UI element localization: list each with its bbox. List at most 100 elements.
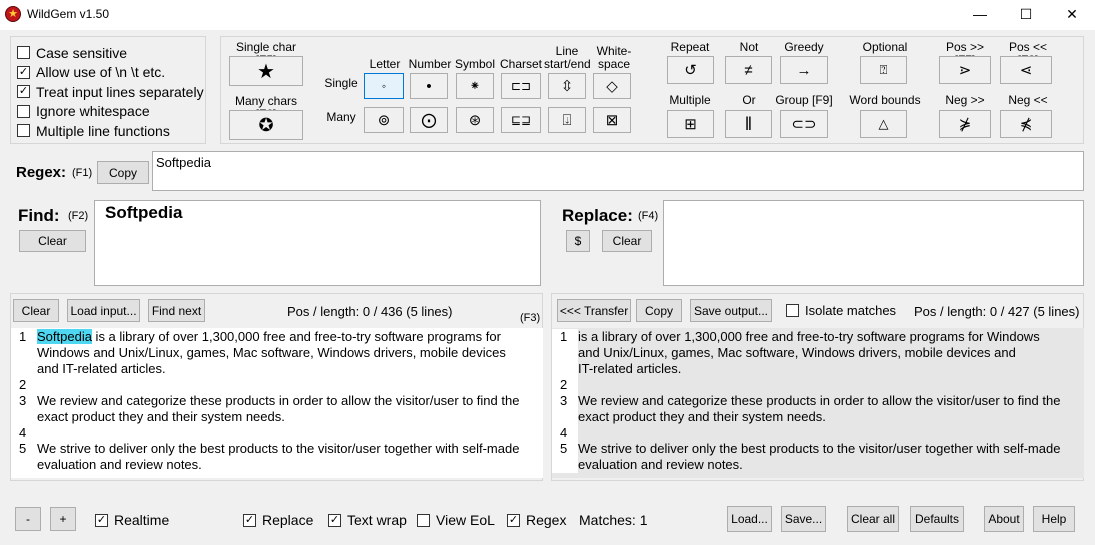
many-numbers-button[interactable]: ⨀ <box>410 107 448 133</box>
output-text-area[interactable]: 1 is a library of over 1,300,000 free an… <box>552 328 1084 478</box>
repeat-button[interactable]: ↺ <box>667 56 714 84</box>
regex-mode-checkbox[interactable]: ✓ Regex <box>507 512 566 528</box>
load-input-button[interactable]: Load input... <box>67 299 140 322</box>
line-number <box>552 457 578 473</box>
word-bounds-label: Word bounds <box>849 93 921 107</box>
checkbox[interactable]: ✓ <box>507 513 520 527</box>
replace-clear-button[interactable]: Clear <box>602 230 652 252</box>
defaults-button[interactable]: Defaults <box>910 506 964 532</box>
isolate-matches-label: Isolate matches <box>805 303 897 318</box>
save-button[interactable]: Save... <box>781 506 826 532</box>
checkbox[interactable]: ✓ <box>17 65 30 79</box>
checkbox[interactable]: ✓ <box>95 513 108 527</box>
line-text: and IT-related articles. <box>37 361 166 376</box>
single-symbol-button[interactable]: ⁕ <box>456 73 494 99</box>
text-line: 4 <box>552 425 1084 441</box>
option-multiple-line-functions[interactable]: Multiple line functions <box>17 121 204 141</box>
text-wrap-checkbox[interactable]: ✓ Text wrap <box>328 512 407 528</box>
line-text-rest: is a library of over 1,300,000 free and … <box>91 329 501 344</box>
input-clear-button[interactable]: Clear <box>13 299 59 322</box>
many-charset-button[interactable]: ⊑⊒ <box>501 107 541 133</box>
single-number-button[interactable]: • <box>410 73 448 99</box>
many-symbols-button[interactable]: ⊛ <box>456 107 494 133</box>
single-whitespace-button[interactable]: ◇ <box>593 73 631 99</box>
replace-input[interactable] <box>663 200 1084 286</box>
load-button[interactable]: Load... <box>727 506 772 532</box>
checkbox[interactable] <box>417 513 430 527</box>
pos-back-button[interactable]: ⋖ <box>1000 56 1052 84</box>
close-button[interactable]: ✕ <box>1049 0 1095 30</box>
single-charset-button[interactable]: ⊏⊐ <box>501 73 541 99</box>
not-label: Not <box>739 40 759 54</box>
clear-all-button[interactable]: Clear all <box>847 506 899 532</box>
line-start-end-button[interactable]: ⇳ <box>548 73 586 99</box>
line-number: 2 <box>19 377 27 392</box>
checkbox[interactable]: ✓ <box>17 85 30 99</box>
text-line: 3 We review and categorize these products… <box>11 393 543 409</box>
many-lines-button[interactable]: ⍗ <box>548 107 586 133</box>
input-text-area[interactable]: 1 Softpedia is a library of over 1,300,00… <box>11 328 543 478</box>
line-text: We strive to deliver only the best produ… <box>37 441 520 456</box>
view-eol-checkbox[interactable]: View EoL <box>417 512 495 528</box>
neg-forward-button[interactable]: ⋡ <box>939 110 991 138</box>
realtime-label: Realtime <box>114 512 170 528</box>
optional-button[interactable]: ⍰ <box>860 56 907 84</box>
many-letters-button[interactable]: ⊚ <box>364 107 404 133</box>
option-ignore-whitespace[interactable]: Ignore whitespace <box>17 102 204 122</box>
checkbox[interactable] <box>17 124 30 138</box>
line-text <box>578 377 1084 393</box>
regex-copy-button[interactable]: Copy <box>97 161 149 184</box>
help-button[interactable]: Help <box>1033 506 1075 532</box>
line-number <box>11 345 37 361</box>
neg-back-button[interactable]: ⋠ <box>1000 110 1052 138</box>
group-button[interactable]: ⊂⊃ <box>780 110 828 138</box>
checkbox[interactable] <box>786 304 799 317</box>
line-number <box>11 457 37 473</box>
repeat-label: Repeat <box>670 40 710 54</box>
replace-dollar-button[interactable]: $ <box>566 230 590 252</box>
col-letter-label: Letter <box>369 57 401 71</box>
save-output-button[interactable]: Save output... <box>690 299 772 322</box>
find-next-button[interactable]: Find next <box>148 299 205 322</box>
isolate-matches-checkbox[interactable]: Isolate matches <box>786 303 896 318</box>
text-line: 2 <box>11 377 543 393</box>
multiple-button[interactable]: ⊞ <box>667 110 714 138</box>
maximize-button[interactable]: ☐ <box>1003 0 1049 30</box>
not-button[interactable]: ≠ <box>725 56 772 84</box>
checkbox[interactable]: ✓ <box>328 513 341 527</box>
line-number <box>11 409 37 425</box>
find-clear-button[interactable]: Clear <box>19 230 86 252</box>
find-input[interactable]: Softpedia <box>94 200 541 286</box>
input-position-status: Pos / length: 0 / 436 (5 lines) <box>287 304 453 319</box>
option-treat-lines-separately[interactable]: ✓ Treat input lines separately <box>17 82 204 102</box>
line-text: Windows and Unix/Linux, games, Mac softw… <box>37 345 506 360</box>
single-char-star-button[interactable]: ★ <box>229 56 303 86</box>
line-text: evaluation and review notes. <box>578 457 1084 473</box>
output-copy-button[interactable]: Copy <box>636 299 682 322</box>
line-number <box>552 361 578 377</box>
font-decrease-button[interactable]: - <box>15 507 41 531</box>
option-case-sensitive[interactable]: Case sensitive <box>17 43 204 63</box>
line-number <box>552 345 578 361</box>
greedy-button[interactable]: → <box>780 56 828 84</box>
minimize-button[interactable]: — <box>957 0 1003 30</box>
regex-label: Regex: <box>16 164 67 181</box>
realtime-checkbox[interactable]: ✓ Realtime <box>95 512 169 528</box>
word-bounds-button[interactable]: △ <box>860 110 907 138</box>
text-line: evaluation and review notes. <box>11 457 543 473</box>
many-chars-star-button[interactable]: ✪ <box>229 110 303 140</box>
checkbox[interactable] <box>17 104 30 118</box>
regex-input[interactable]: Softpedia <box>152 151 1084 191</box>
font-increase-button[interactable]: + <box>50 507 76 531</box>
transfer-button[interactable]: <<< Transfer <box>557 299 631 322</box>
checkbox[interactable] <box>17 46 30 60</box>
pos-forward-button[interactable]: ⋗ <box>939 56 991 84</box>
option-allow-escapes[interactable]: ✓ Allow use of \n \t etc. <box>17 63 204 83</box>
checkbox[interactable]: ✓ <box>243 513 256 527</box>
options-list: Case sensitive ✓ Allow use of \n \t etc. … <box>17 43 204 141</box>
replace-checkbox[interactable]: ✓ Replace <box>243 512 313 528</box>
about-button[interactable]: About <box>984 506 1024 532</box>
single-letter-button[interactable]: ◦ <box>364 73 404 99</box>
or-button[interactable]: ‖ <box>725 110 772 138</box>
many-whitespace-button[interactable]: ⊠ <box>593 107 631 133</box>
